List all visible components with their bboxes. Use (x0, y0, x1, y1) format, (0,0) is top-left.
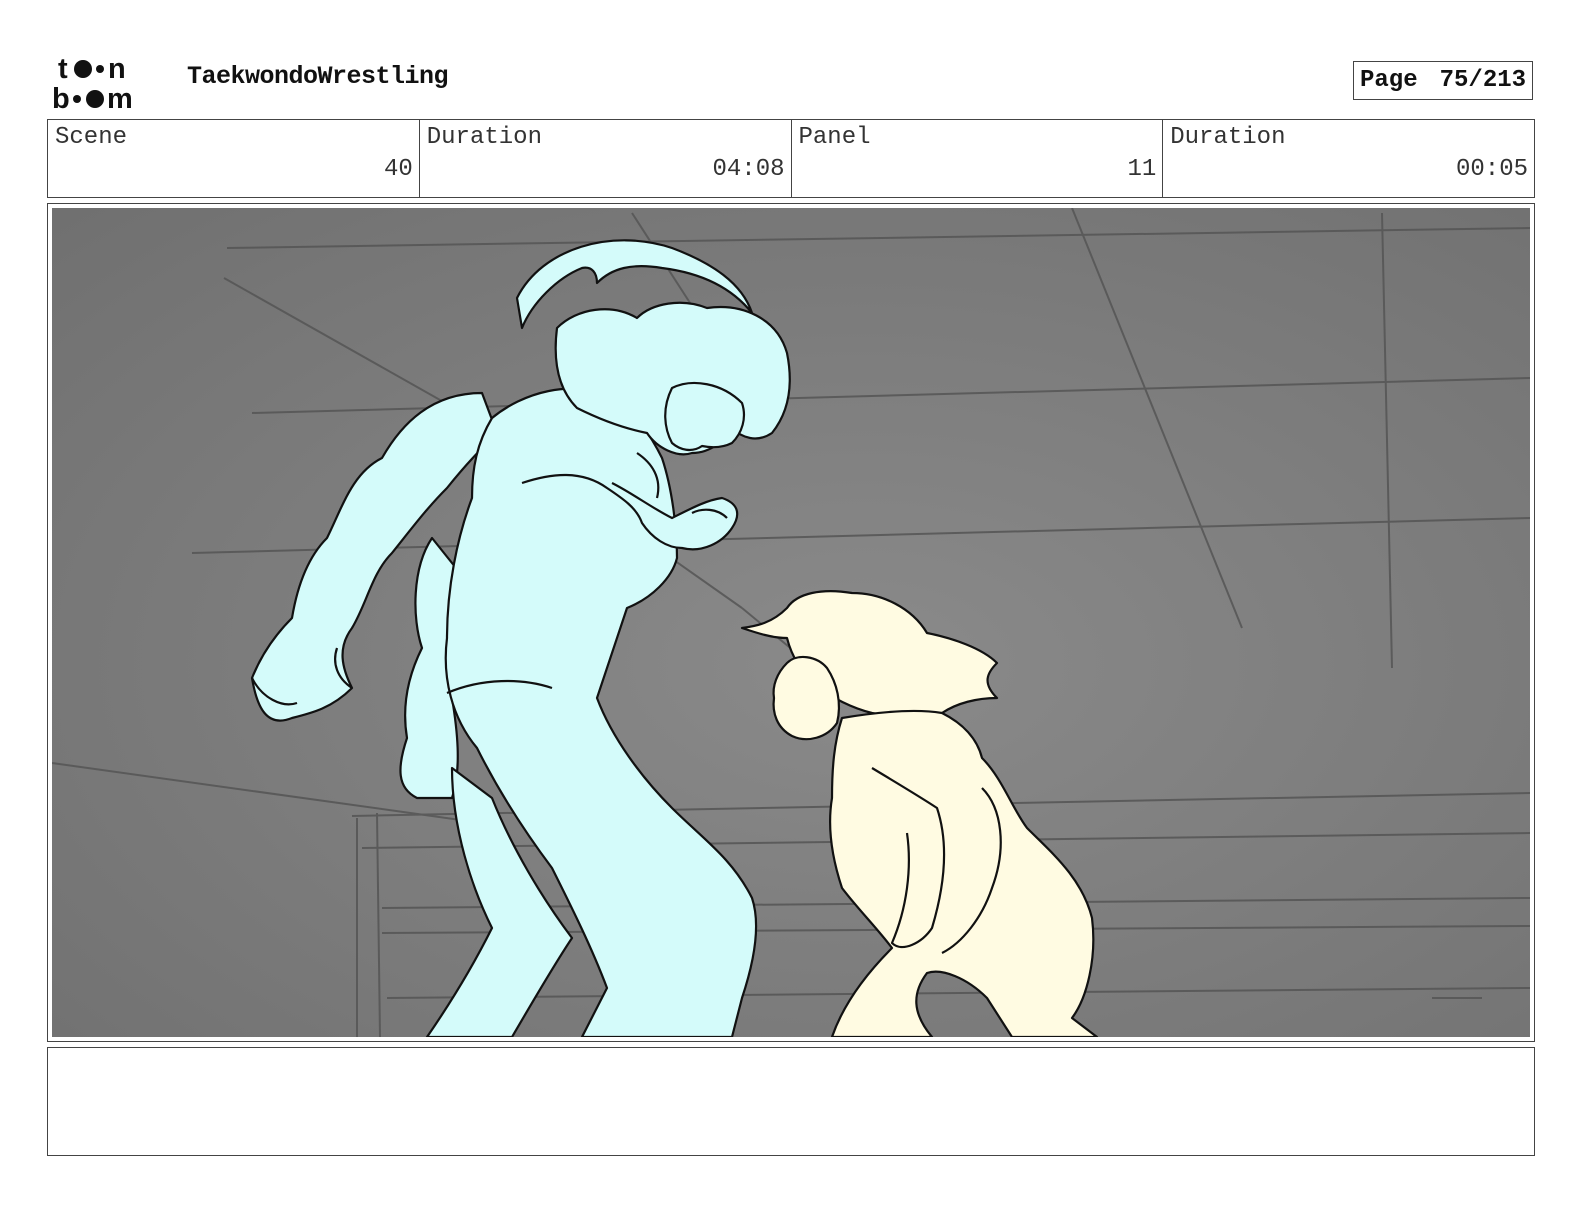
scene-label: Scene (55, 124, 128, 151)
panel-cell: Panel 11 (792, 120, 1164, 197)
svg-text:t: t (58, 53, 68, 85)
scene-duration-value: 04:08 (712, 156, 785, 183)
svg-text:n: n (108, 53, 126, 85)
svg-text:b: b (52, 83, 70, 112)
logo-dot-large (74, 60, 92, 78)
logo-dot-small (96, 65, 104, 73)
toon-boom-logo: t n b m (52, 53, 133, 112)
scene-value: 40 (383, 156, 413, 183)
storyboard-panel-frame (47, 203, 1535, 1042)
storyboard-panel-drawing (52, 208, 1530, 1037)
logo-dot-large (86, 90, 104, 108)
project-title: TaekwondoWrestling (187, 62, 449, 91)
panel-duration-label: Duration (1170, 124, 1286, 151)
page-indicator: Page 75/213 (1353, 61, 1533, 100)
panel-value: 11 (1127, 156, 1157, 183)
scene-info-row: Scene 40 Duration 04:08 Panel 11 Duratio… (47, 119, 1535, 198)
panel-duration-value: 00:05 (1455, 156, 1528, 183)
page-label: Page (1360, 67, 1418, 94)
scene-cell: Scene 40 (48, 120, 420, 197)
scene-duration-cell: Duration 04:08 (420, 120, 792, 197)
svg-text:m: m (107, 83, 133, 112)
panel-notes-box (47, 1047, 1535, 1156)
page-number: 75/213 (1439, 67, 1527, 94)
panel-label: Panel (798, 124, 871, 151)
scene-duration-label: Duration (426, 124, 542, 151)
panel-duration-cell: Duration 00:05 (1163, 120, 1534, 197)
logo-dot-small (73, 95, 81, 103)
